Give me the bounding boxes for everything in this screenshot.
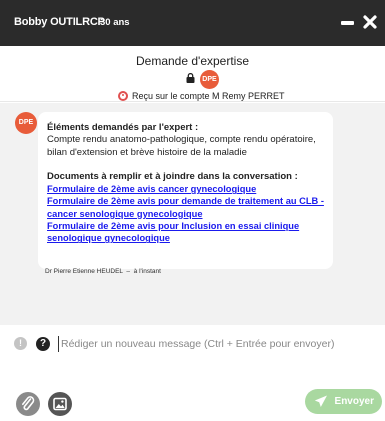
conversation-title: Demande d'expertise — [135, 54, 250, 68]
send-icon — [314, 395, 327, 407]
paperclip-icon — [22, 396, 35, 411]
message-avatar: DPE — [15, 112, 37, 134]
form-link-essai-clinique[interactable]: Formulaire de 2ème avis pour Inclusion e… — [47, 220, 325, 245]
elements-text: Compte rendu anatomo-pathologique, compt… — [47, 134, 316, 158]
account-icon — [118, 91, 128, 101]
documents-title: Documents à remplir et à joindre dans la… — [47, 170, 298, 182]
received-text: Reçu sur le compte M Remy PERRET — [132, 91, 285, 101]
expert-avatar: DPE — [200, 70, 219, 89]
info-icon[interactable]: ! — [14, 337, 27, 350]
elements-title: Éléments demandés par l'expert : — [47, 122, 199, 133]
send-label: Envoyer — [334, 396, 374, 407]
message-thread: DPE Éléments demandés par l'expert : Com… — [0, 103, 385, 325]
message-input[interactable] — [58, 336, 378, 352]
patient-name: Bobby OUTILRCP — [14, 16, 105, 28]
attach-image-button[interactable] — [48, 392, 72, 416]
close-icon[interactable] — [361, 12, 379, 32]
lock-icon — [186, 73, 195, 83]
form-link-traitement-clb[interactable]: Formulaire de 2ème avis pour demande de … — [47, 195, 325, 220]
conversation-header: Demande d'expertise DPE Reçu sur le comp… — [0, 46, 385, 102]
message-composer: ! ? Envoyer — [0, 326, 385, 421]
form-link-cancer-gynecologique[interactable]: Formulaire de 2ème avis cancer gynecolog… — [47, 183, 325, 195]
attach-file-button[interactable] — [16, 392, 40, 416]
received-account: Reçu sur le compte M Remy PERRET — [118, 91, 285, 101]
message-bubble: Éléments demandés par l'expert : Compte … — [38, 112, 333, 269]
minimize-icon[interactable] — [341, 21, 354, 25]
image-icon — [53, 397, 67, 411]
meta-separator: – — [124, 268, 132, 275]
window-titlebar: Bobby OUTILRCP 30 ans — [0, 0, 385, 46]
message-meta: Dr Pierre Etienne HEUDEL – à l'instant — [45, 268, 161, 275]
patient-age: 30 ans — [100, 17, 130, 28]
message-sender: Dr Pierre Etienne HEUDEL — [45, 268, 123, 275]
send-button[interactable]: Envoyer — [305, 389, 382, 414]
message-time: à l'instant — [133, 268, 161, 275]
help-icon[interactable]: ? — [36, 337, 50, 351]
